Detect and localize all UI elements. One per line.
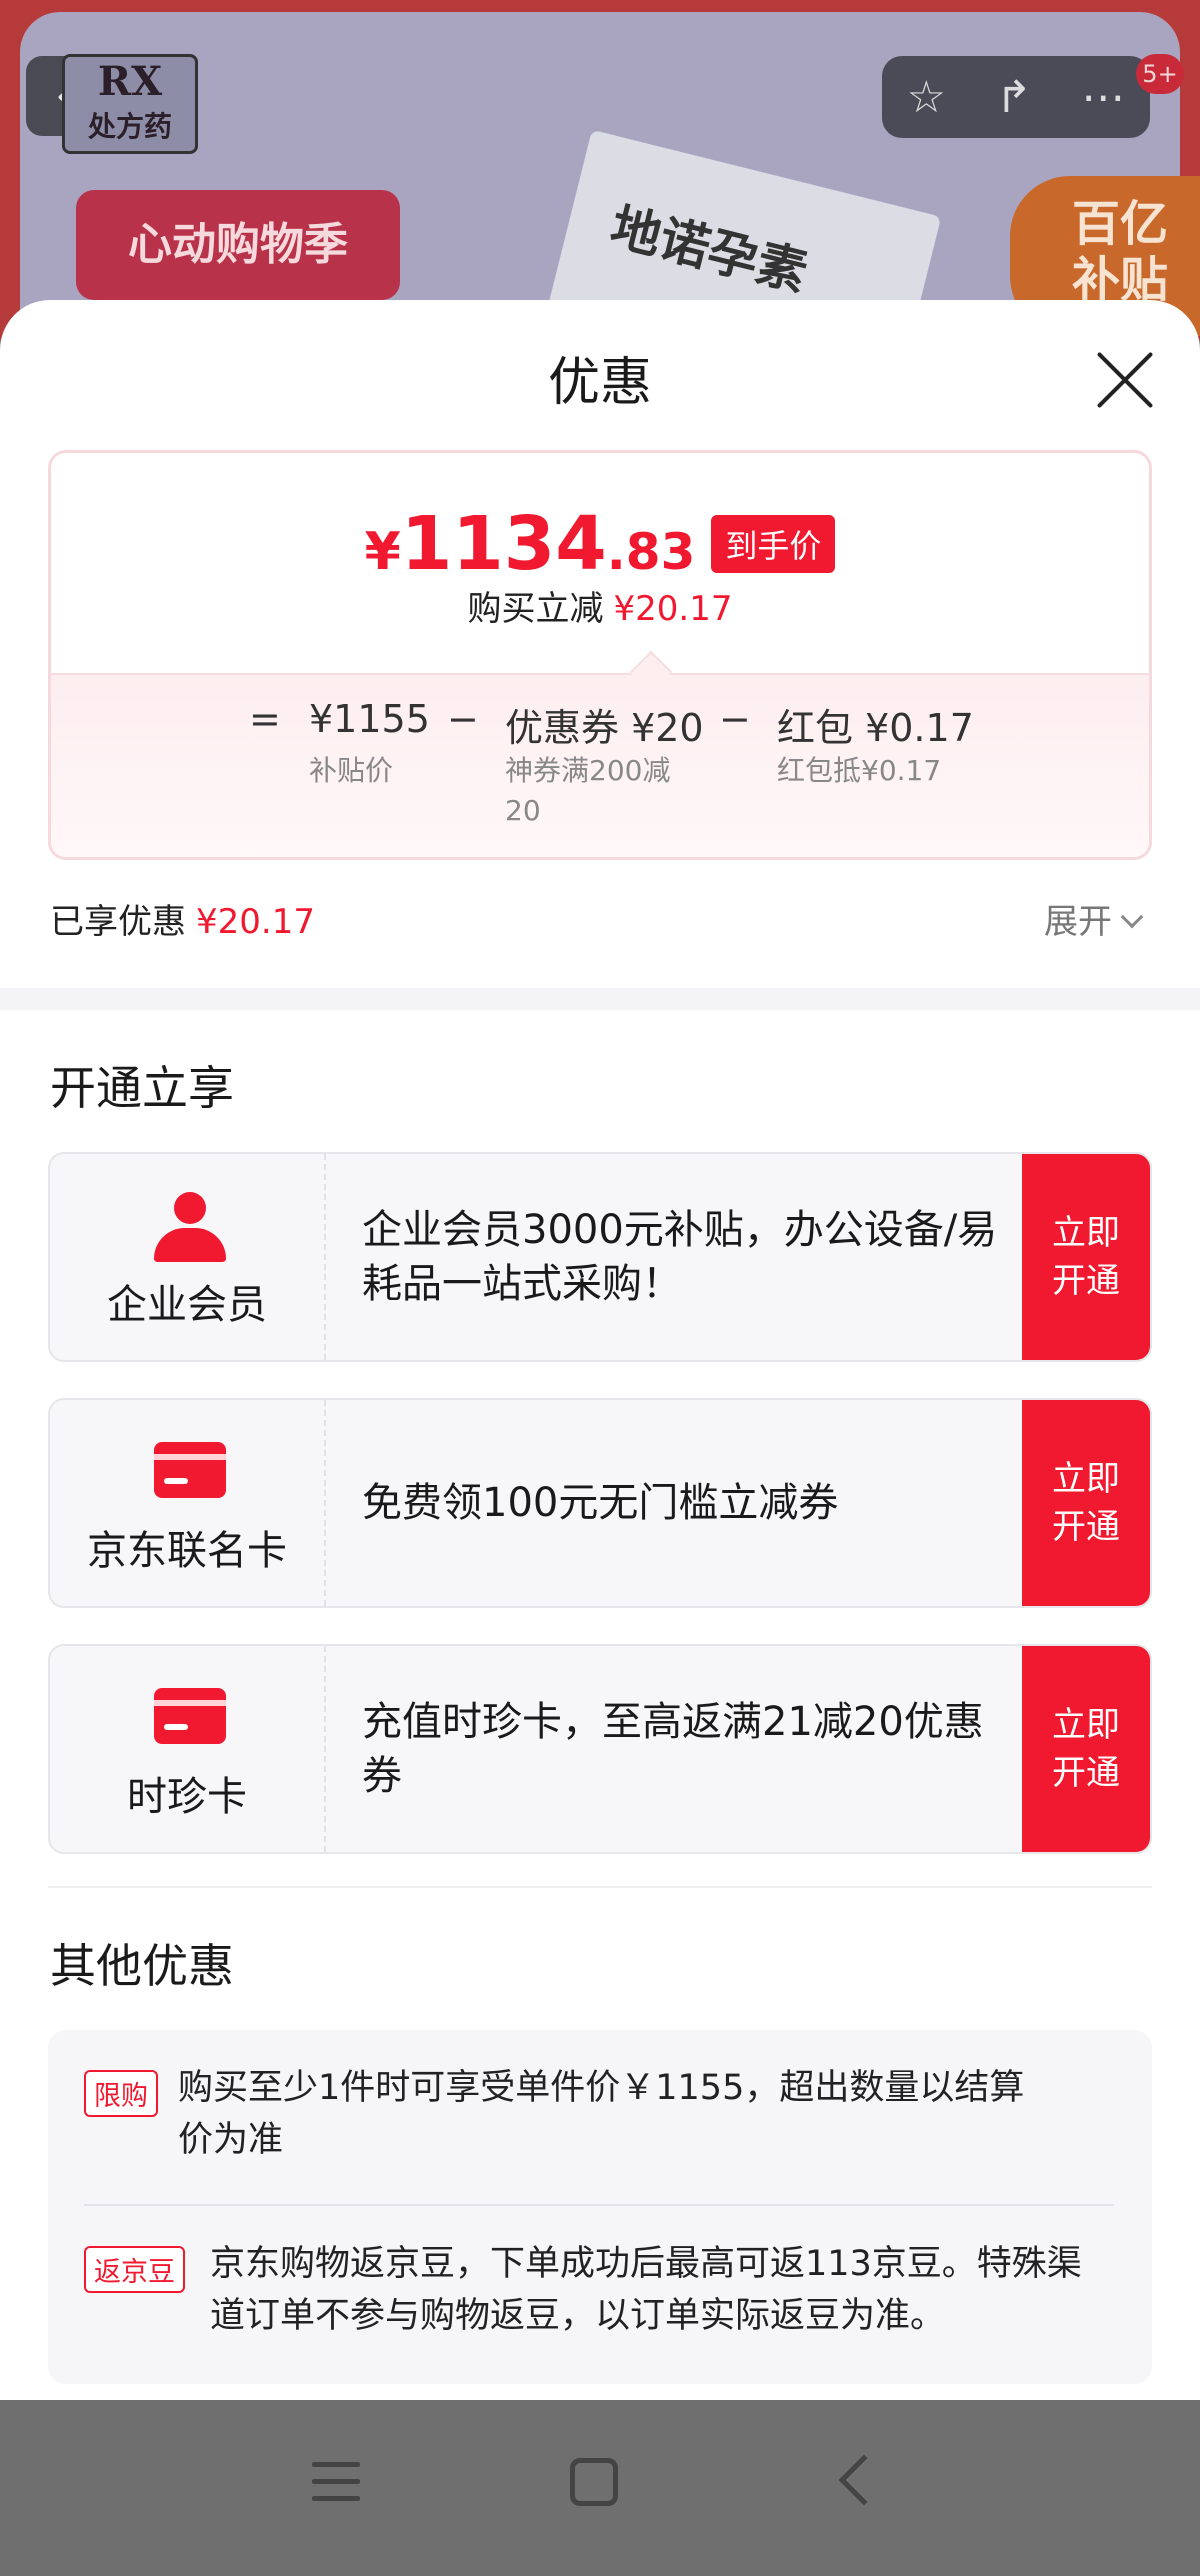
sheet-title: 优惠	[547, 353, 652, 413]
back-icon[interactable]	[838, 2454, 890, 2506]
card-description: 企业会员3000元补贴，办公设备/易耗品一站式采购！	[362, 1207, 998, 1307]
subsidy-line-1: 百亿	[1071, 196, 1168, 252]
price-integer: 1134	[400, 501, 607, 587]
rx-sub-label: 处方药	[87, 110, 172, 143]
header-actions: ☆ ↱ ⋯	[882, 56, 1150, 138]
final-price-tag: 到手价	[711, 515, 836, 573]
coupon-value: 优惠券 ¥20	[505, 706, 704, 750]
expand-label: 展开	[1044, 902, 1112, 942]
price-decimal: .83	[606, 523, 696, 581]
card-left: 京东联名卡	[50, 1400, 326, 1606]
card-description: 免费领100元无门槛立减券	[362, 1480, 839, 1526]
section-divider	[0, 988, 1200, 1010]
final-price: ¥ 1134 .83 到手价	[51, 501, 1149, 587]
offer-tag: 限购	[84, 2070, 158, 2117]
redpacket-label: 红包抵¥0.17	[777, 754, 942, 787]
card-name: 京东联名卡	[87, 1528, 287, 1574]
offer-jingdou: 返京豆 京东购物返京豆，下单成功后最高可返113京豆。特殊渠道订单不参与购物返豆…	[84, 2242, 1114, 2362]
card-description: 充值时珍卡，至高返满21减20优惠券	[362, 1699, 984, 1799]
open-now-button[interactable]: 立即开通	[1022, 1646, 1150, 1852]
rx-label: RX	[97, 58, 163, 105]
close-icon[interactable]	[1090, 346, 1158, 414]
other-offers-box: 限购 购买至少1件时可享受单件价￥1155，超出数量以结算价为准 返京豆 京东购…	[48, 2030, 1152, 2384]
card-left: 企业会员	[50, 1154, 326, 1360]
price-card: ¥ 1134 .83 到手价 购买立减 ¥20.17 = ¥1155 补贴价 − …	[48, 450, 1152, 860]
discount-sheet: 优惠 ¥ 1134 .83 到手价 购买立减 ¥20.17 = ¥1155 补贴价…	[0, 300, 1200, 2400]
coupon-label-line-1: 神券满200减	[505, 754, 671, 787]
enjoyed-discount: 已享优惠 ¥20.17	[50, 894, 315, 943]
person-icon	[154, 1192, 226, 1262]
membership-card-shizhen[interactable]: 时珍卡 充值时珍卡，至高返满21减20优惠券 立即开通	[48, 1644, 1152, 1854]
instant-discount: 购买立减 ¥20.17	[51, 581, 1149, 630]
message-count-badge: 5+	[1136, 54, 1184, 94]
prescription-badge: RX 处方药	[62, 54, 198, 154]
background-product-page: ‹ RX 处方药 心动购物季 地诺孕素 百亿 补贴 ☆ ↱ ⋯ 5+	[0, 0, 1200, 340]
base-price-value: ¥1155	[309, 697, 430, 741]
home-icon[interactable]	[570, 2458, 618, 2506]
offer-divider	[84, 2204, 1114, 2206]
price-formula: = ¥1155 补贴价 − 优惠券 ¥20 神券满200减 20 − 红包 ¥0…	[51, 673, 1149, 857]
share-icon: ↱	[995, 71, 1033, 123]
price-summary: ¥ 1134 .83 到手价 购买立减 ¥20.17	[51, 453, 1149, 673]
card-icon	[154, 1438, 226, 1506]
star-icon: ☆	[906, 71, 947, 123]
promo-banner: 心动购物季	[76, 190, 400, 300]
card-name: 企业会员	[107, 1282, 267, 1328]
card-name: 时珍卡	[127, 1774, 247, 1820]
price-currency: ¥	[364, 522, 401, 582]
base-price-label: 补贴价	[309, 754, 394, 787]
card-left: 时珍卡	[50, 1646, 326, 1852]
coupon-label: 神券满200减 20	[505, 751, 670, 831]
other-section-title: 其他优惠	[50, 1939, 234, 1993]
divider-line	[48, 1886, 1152, 1888]
menu-icon[interactable]	[312, 2462, 360, 2502]
offer-text: 购买至少1件时可享受单件价￥1155，超出数量以结算价为准	[178, 2068, 1025, 2160]
coupon-label-line-2: 20	[505, 794, 541, 827]
open-section-title: 开通立享	[50, 1061, 234, 1115]
card-icon	[154, 1684, 226, 1752]
enjoyed-amount: ¥20.17	[196, 902, 315, 942]
open-now-button[interactable]: 立即开通	[1022, 1154, 1150, 1360]
redpacket-value: 红包 ¥0.17	[777, 706, 974, 750]
instant-discount-amount: ¥20.17	[613, 589, 733, 629]
open-now-button[interactable]: 立即开通	[1022, 1400, 1150, 1606]
formula-equals: =	[249, 697, 281, 741]
formula-minus-1: −	[447, 697, 479, 741]
offer-purchase-limit: 限购 购买至少1件时可享受单件价￥1155，超出数量以结算价为准	[84, 2066, 1114, 2186]
membership-card-jd-cobrand[interactable]: 京东联名卡 免费领100元无门槛立减券 立即开通	[48, 1398, 1152, 1608]
expand-button[interactable]: 展开	[1044, 894, 1144, 943]
membership-card-enterprise[interactable]: 企业会员 企业会员3000元补贴，办公设备/易耗品一站式采购！ 立即开通	[48, 1152, 1152, 1362]
instant-discount-label: 购买立减	[467, 589, 604, 629]
more-icon: ⋯	[1081, 71, 1126, 123]
enjoyed-label: 已享优惠	[50, 902, 186, 942]
formula-minus-2: −	[719, 697, 751, 741]
system-nav-bar	[0, 2400, 1200, 2576]
offer-tag: 返京豆	[84, 2246, 185, 2293]
chevron-down-icon	[1120, 905, 1144, 929]
offer-text: 京东购物返京豆，下单成功后最高可返113京豆。特殊渠道订单不参与购物返豆，以订单…	[210, 2244, 1082, 2336]
